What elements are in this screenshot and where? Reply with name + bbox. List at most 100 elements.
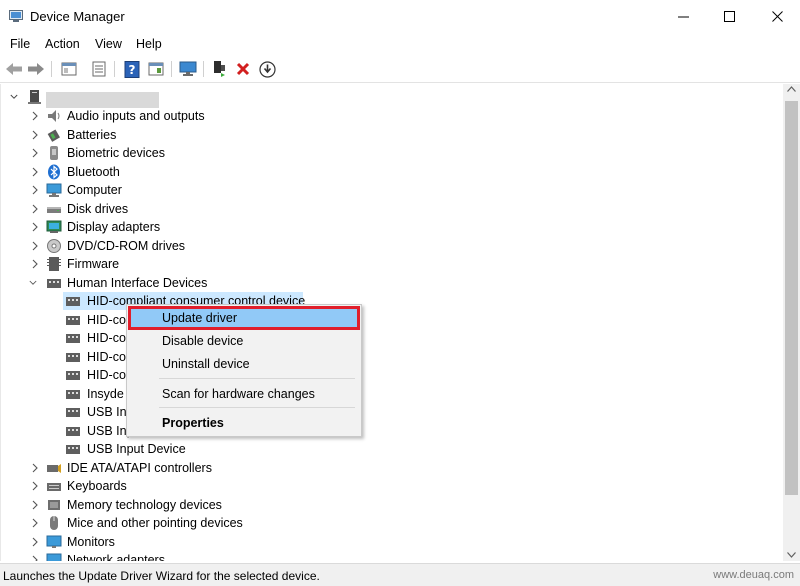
list-view-button[interactable]: [89, 59, 109, 79]
chevron-right-icon[interactable]: [31, 111, 39, 121]
chevron-right-icon[interactable]: [31, 555, 39, 561]
tree-item-bluetooth[interactable]: Bluetooth: [1, 163, 781, 181]
tree-item-label: Memory technology devices: [67, 498, 222, 512]
minimize-button[interactable]: [660, 0, 706, 33]
help-button[interactable]: ?: [122, 59, 142, 79]
chevron-right-icon[interactable]: [31, 130, 39, 140]
chevron-right-icon[interactable]: [31, 463, 39, 473]
maximize-button[interactable]: [706, 0, 752, 33]
context-menu: Update driver Disable device Uninstall d…: [126, 304, 362, 437]
back-button[interactable]: [4, 59, 24, 79]
device-tree[interactable]: Audio inputs and outputs Batteries Biome…: [0, 84, 783, 561]
chevron-right-icon[interactable]: [31, 222, 39, 232]
help-icon: ?: [124, 60, 140, 78]
details-icon: [148, 62, 164, 76]
tree-item-audio[interactable]: Audio inputs and outputs: [1, 107, 781, 125]
tree-device[interactable]: HID-con: [1, 366, 781, 384]
hid-device-icon: [66, 334, 80, 343]
back-arrow-icon: [6, 63, 22, 75]
menu-file[interactable]: File: [10, 37, 30, 51]
forward-button[interactable]: [26, 59, 46, 79]
display-icon: [46, 220, 62, 233]
tree-item-label: Keyboards: [67, 479, 127, 493]
scrollbar-thumb[interactable]: [785, 101, 798, 495]
bluetooth-icon: [48, 164, 60, 180]
tree-item-network-adapters[interactable]: Network adapters: [1, 551, 781, 561]
battery-icon: [47, 129, 60, 142]
computer-root-icon: [28, 90, 41, 104]
chevron-right-icon[interactable]: [31, 148, 39, 158]
dvd-icon: [47, 239, 61, 253]
menu-bar: File Action View Help: [0, 34, 800, 56]
chevron-right-icon[interactable]: [31, 167, 39, 177]
close-button[interactable]: [754, 0, 800, 33]
chevron-right-icon[interactable]: [31, 500, 39, 510]
tree-item-label: IDE ATA/ATAPI controllers: [67, 461, 212, 475]
download-driver-button[interactable]: [257, 59, 277, 79]
scroll-down-icon[interactable]: [787, 552, 796, 558]
chevron-right-icon[interactable]: [31, 241, 39, 251]
tree-item-monitors[interactable]: Monitors: [1, 533, 781, 551]
add-driver-button[interactable]: [210, 59, 230, 79]
firmware-icon: [47, 257, 61, 271]
chevron-right-icon[interactable]: [31, 481, 39, 491]
properties-button[interactable]: [59, 59, 79, 79]
hid-icon: [47, 279, 61, 288]
menu-help[interactable]: Help: [136, 37, 162, 51]
chevron-right-icon[interactable]: [31, 259, 39, 269]
uninstall-button[interactable]: [233, 59, 253, 79]
minimize-icon: [677, 16, 689, 18]
tree-item-firmware[interactable]: Firmware: [1, 255, 781, 273]
scroll-up-icon[interactable]: [787, 86, 796, 92]
svg-text:?: ?: [129, 63, 136, 77]
menu-view[interactable]: View: [95, 37, 122, 51]
context-menu-scan-hardware[interactable]: Scan for hardware changes: [129, 383, 359, 405]
chevron-right-icon[interactable]: [31, 185, 39, 195]
tree-item-display-adapters[interactable]: Display adapters: [1, 218, 781, 236]
tree-item-mice[interactable]: Mice and other pointing devices: [1, 514, 781, 532]
menu-action[interactable]: Action: [45, 37, 80, 51]
keyboard-icon: [47, 483, 61, 491]
context-menu-uninstall-device[interactable]: Uninstall device: [129, 353, 359, 375]
add-driver-icon: [214, 61, 225, 77]
annotation-highlight-box: [128, 306, 360, 330]
biometric-icon: [50, 146, 58, 160]
tree-item-disk-drives[interactable]: Disk drives: [1, 200, 781, 218]
computer-name: [46, 92, 159, 108]
tree-item-dvd[interactable]: DVD/CD-ROM drives: [1, 237, 781, 255]
context-menu-properties[interactable]: Properties: [129, 412, 359, 434]
tree-root[interactable]: [1, 88, 781, 108]
chevron-right-icon[interactable]: [31, 204, 39, 214]
tree-item-human-interface-devices[interactable]: Human Interface Devices: [1, 274, 781, 292]
context-menu-disable-device[interactable]: Disable device: [129, 330, 359, 352]
toolbar: ?: [0, 56, 800, 83]
chevron-down-icon[interactable]: [29, 278, 37, 288]
chevron-down-icon[interactable]: [10, 92, 18, 102]
forward-arrow-icon: [28, 63, 44, 75]
tree-item-batteries[interactable]: Batteries: [1, 126, 781, 144]
tree-device[interactable]: HID-con: [1, 329, 781, 347]
tree-device-hid-consumer-selected[interactable]: HID-compliant consumer control device: [1, 292, 781, 310]
tree-item-computer[interactable]: Computer: [1, 181, 781, 199]
tree-device[interactable]: USB Input Device: [1, 440, 781, 458]
monitor-icon: [46, 535, 62, 548]
tree-item-ide[interactable]: IDE ATA/ATAPI controllers: [1, 459, 781, 477]
chevron-right-icon[interactable]: [31, 518, 39, 528]
vertical-scrollbar[interactable]: [783, 84, 800, 561]
tree-item-label: Batteries: [67, 128, 117, 142]
network-icon: [46, 553, 62, 561]
tree-device[interactable]: Insyde A: [1, 385, 781, 403]
tree-item-memory[interactable]: Memory technology devices: [1, 496, 781, 514]
tree-item-biometric[interactable]: Biometric devices: [1, 144, 781, 162]
download-driver-icon: [258, 60, 276, 78]
tree-item-keyboards[interactable]: Keyboards: [1, 477, 781, 495]
details-button[interactable]: [146, 59, 166, 79]
tree-device[interactable]: USB Inpu: [1, 403, 781, 421]
ide-icon: [47, 464, 61, 473]
tree-item-label: Monitors: [67, 535, 115, 549]
tree-device[interactable]: HID-con: [1, 348, 781, 366]
chevron-right-icon[interactable]: [31, 537, 39, 547]
scan-monitor-button[interactable]: [178, 59, 198, 79]
tree-device[interactable]: USB Inpu: [1, 422, 781, 440]
tree-device[interactable]: HID-con: [1, 311, 781, 329]
